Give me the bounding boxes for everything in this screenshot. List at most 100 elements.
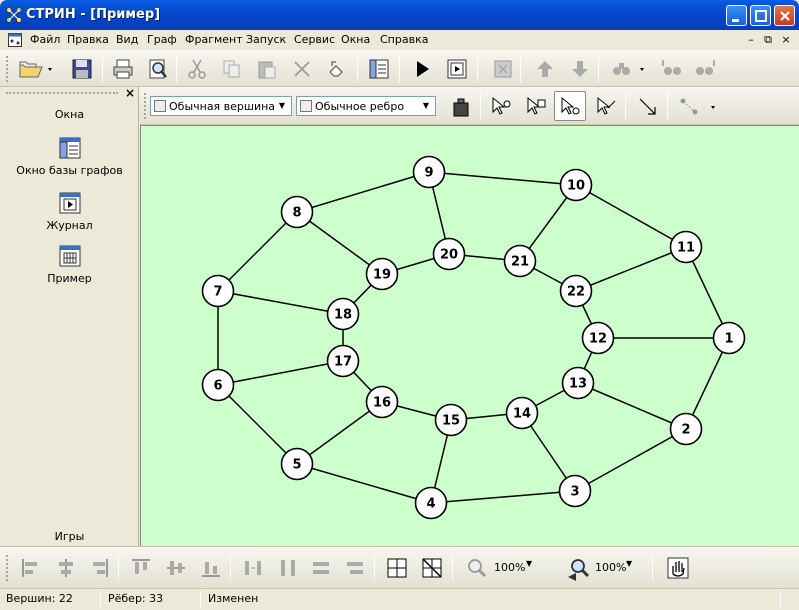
panel-grip[interactable] xyxy=(6,92,118,94)
same-height-button[interactable] xyxy=(340,553,368,581)
graph-node-19[interactable]: 19 xyxy=(365,257,399,291)
connect-button[interactable] xyxy=(633,92,661,120)
align-top-button[interactable] xyxy=(126,553,154,581)
mdi-minimize-icon[interactable]: – xyxy=(744,33,758,46)
grid-button[interactable] xyxy=(382,553,410,581)
find-previous-button[interactable] xyxy=(690,54,718,82)
graph-node-11[interactable]: 11 xyxy=(669,230,703,264)
close-button[interactable] xyxy=(774,5,795,26)
graph-node-14[interactable]: 14 xyxy=(505,396,539,430)
graph-node-10[interactable]: 10 xyxy=(559,168,593,202)
graph-database-button[interactable] xyxy=(364,54,392,82)
toolbar-grip[interactable] xyxy=(6,555,9,581)
mdi-restore-icon[interactable]: ⧉ xyxy=(761,33,775,46)
mdi-close-icon[interactable]: × xyxy=(779,33,793,46)
vertex-type-select[interactable]: Обычная вершина ▼ xyxy=(150,96,292,116)
pan-button[interactable] xyxy=(663,553,691,581)
menu-fragment[interactable]: Фрагмент xyxy=(185,33,243,46)
add-vertex-button[interactable] xyxy=(554,91,586,121)
align-center-h-button[interactable] xyxy=(51,553,79,581)
graph-node-5[interactable]: 5 xyxy=(280,447,314,481)
chevron-down-icon[interactable]: ▼ xyxy=(526,559,532,568)
menu-windows[interactable]: Окна xyxy=(341,33,370,46)
zoom-select-button[interactable]: 100% ▼ xyxy=(563,553,633,581)
cut-button[interactable] xyxy=(182,54,210,82)
graph-edge-6-17[interactable] xyxy=(217,360,344,386)
graph-node-15[interactable]: 15 xyxy=(434,403,468,437)
graph-edge-3-4[interactable] xyxy=(430,490,576,504)
graph-node-8[interactable]: 8 xyxy=(280,195,314,229)
print-button[interactable] xyxy=(108,54,136,82)
graph-node-2[interactable]: 2 xyxy=(669,412,703,446)
graph-node-21[interactable]: 21 xyxy=(503,244,537,278)
graph-edge-2-3[interactable] xyxy=(574,428,687,492)
graph-edge-8-9[interactable] xyxy=(296,171,430,213)
minimize-button[interactable] xyxy=(726,5,747,26)
chevron-down-icon[interactable]: ▼ xyxy=(419,99,433,113)
graph-node-9[interactable]: 9 xyxy=(412,155,446,189)
find-button[interactable] xyxy=(606,54,648,82)
distribute-h-button[interactable] xyxy=(238,553,266,581)
menu-edit[interactable]: Правка xyxy=(67,33,109,46)
graph-node-7[interactable]: 7 xyxy=(201,274,235,308)
graph-edge-2-13[interactable] xyxy=(577,382,687,430)
group-games[interactable]: Игры xyxy=(0,530,139,543)
graph-canvas[interactable]: 1 2 3 4 5 6 7 8 9 10 11 12 13 14 15 16 17 18 19 20 21 22 xyxy=(140,125,799,546)
fragment-button[interactable] xyxy=(488,54,516,82)
copy-button[interactable] xyxy=(217,54,245,82)
open-button[interactable] xyxy=(14,54,54,82)
align-right-button[interactable] xyxy=(84,553,112,581)
weight-button[interactable] xyxy=(446,92,474,120)
align-bottom-button[interactable] xyxy=(196,553,224,581)
graph-edge-11-22[interactable] xyxy=(575,246,687,292)
graph-node-20[interactable]: 20 xyxy=(432,237,466,271)
graph-node-3[interactable]: 3 xyxy=(558,474,592,508)
move-up-button[interactable] xyxy=(530,54,558,82)
snap-grid-button[interactable] xyxy=(417,553,445,581)
graph-edge-5-6[interactable] xyxy=(217,384,298,465)
select-vertex-button[interactable] xyxy=(486,92,514,120)
menu-graph[interactable]: Граф xyxy=(147,33,177,46)
item-log[interactable]: Журнал xyxy=(0,191,139,232)
menu-file[interactable]: Файл xyxy=(30,33,60,46)
graph-edge-10-11[interactable] xyxy=(575,184,687,248)
graph-node-22[interactable]: 22 xyxy=(559,274,593,308)
graph-node-12[interactable]: 12 xyxy=(581,321,615,355)
menu-run[interactable]: Запуск xyxy=(246,33,286,46)
graph-edge-7-8[interactable] xyxy=(217,211,298,292)
menu-view[interactable]: Вид xyxy=(116,33,138,46)
graph-node-1[interactable]: 1 xyxy=(712,321,746,355)
graph-edge-4-5[interactable] xyxy=(296,463,432,504)
panel-close-icon[interactable]: × xyxy=(125,86,135,100)
maximize-button[interactable] xyxy=(750,5,771,26)
graph-node-4[interactable]: 4 xyxy=(414,486,448,520)
chevron-down-icon[interactable]: ▼ xyxy=(275,99,289,113)
toolbar-grip[interactable] xyxy=(6,56,9,82)
distribute-v-button[interactable] xyxy=(273,553,301,581)
add-edge-button[interactable] xyxy=(591,92,619,120)
graph-drawing[interactable]: 1234567891011121314151617181920 2122 xyxy=(141,126,799,547)
edge-type-select[interactable]: Обычное ребро ▼ xyxy=(296,96,436,116)
log-button[interactable] xyxy=(442,54,470,82)
graph-edge-9-10[interactable] xyxy=(428,171,577,186)
delete-button[interactable] xyxy=(287,54,315,82)
undo-button[interactable] xyxy=(322,54,350,82)
graph-node-18[interactable]: 18 xyxy=(326,297,360,331)
paste-button[interactable] xyxy=(252,54,280,82)
print-preview-button[interactable] xyxy=(143,54,171,82)
find-next-button[interactable] xyxy=(656,54,684,82)
run-button[interactable] xyxy=(407,54,435,82)
edge-style-button[interactable] xyxy=(675,92,719,120)
zoom-button[interactable]: 100% ▼ xyxy=(462,553,532,581)
save-button[interactable] xyxy=(67,54,95,82)
menu-help[interactable]: Справка xyxy=(380,33,428,46)
align-middle-button[interactable] xyxy=(161,553,189,581)
group-windows[interactable]: Окна xyxy=(0,108,139,121)
toolbar-grip[interactable] xyxy=(144,93,147,119)
document-window-icon[interactable] xyxy=(8,33,22,47)
item-graph-database[interactable]: Окно базы графов xyxy=(0,136,139,177)
graph-edge-7-18[interactable] xyxy=(217,290,344,315)
select-edge-button[interactable] xyxy=(521,92,549,120)
graph-node-16[interactable]: 16 xyxy=(365,385,399,419)
graph-node-17[interactable]: 17 xyxy=(326,344,360,378)
